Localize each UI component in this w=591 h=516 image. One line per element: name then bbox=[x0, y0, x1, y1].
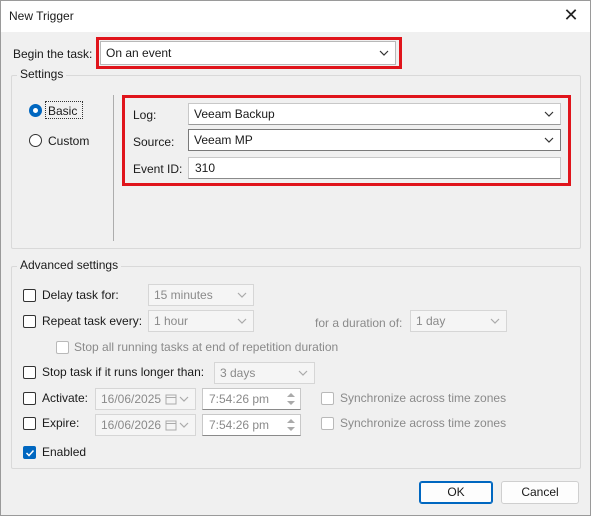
stop-long-value: 3 days bbox=[220, 366, 256, 380]
new-trigger-dialog: New Trigger ✕ Begin the task: On an even… bbox=[0, 0, 591, 516]
activate-time-value: 7:54:26 pm bbox=[209, 392, 270, 406]
custom-radio[interactable] bbox=[29, 134, 42, 147]
spin-arrows-icon[interactable] bbox=[284, 390, 298, 408]
chevron-down-icon bbox=[237, 292, 247, 298]
settings-divider bbox=[113, 95, 114, 241]
enabled-checkbox[interactable] bbox=[23, 446, 36, 459]
stop-all-label: Stop all running tasks at end of repetit… bbox=[74, 340, 339, 354]
duration-value: 1 day bbox=[416, 314, 446, 328]
advanced-settings-title: Advanced settings bbox=[17, 258, 122, 272]
highlight-begin-task bbox=[96, 37, 402, 69]
chevron-down-icon bbox=[298, 370, 308, 376]
enabled-label: Enabled bbox=[42, 445, 87, 459]
cancel-button[interactable]: Cancel bbox=[501, 481, 579, 504]
expire-time-input[interactable]: 7:54:26 pm bbox=[202, 414, 301, 436]
expire-label: Expire: bbox=[42, 416, 80, 430]
settings-group-title: Settings bbox=[17, 67, 67, 81]
chevron-down-icon bbox=[237, 318, 247, 324]
activate-time-input[interactable]: 7:54:26 pm bbox=[202, 388, 301, 410]
calendar-icon bbox=[165, 394, 177, 405]
calendar-icon bbox=[165, 420, 177, 431]
repeat-task-checkbox[interactable] bbox=[23, 315, 36, 328]
highlight-event-settings bbox=[122, 95, 571, 186]
delay-task-label: Delay task for: bbox=[42, 288, 119, 302]
activate-date-picker[interactable]: 16/06/2025 bbox=[95, 388, 196, 410]
expire-checkbox[interactable] bbox=[23, 417, 36, 430]
close-icon[interactable]: ✕ bbox=[558, 5, 584, 27]
ok-button[interactable]: OK bbox=[419, 481, 493, 504]
stop-long-checkbox[interactable] bbox=[23, 366, 36, 379]
expire-time-value: 7:54:26 pm bbox=[209, 418, 270, 432]
spin-arrows-icon[interactable] bbox=[284, 416, 298, 434]
expire-sync-label: Synchronize across time zones bbox=[340, 416, 507, 430]
chevron-down-icon bbox=[179, 422, 189, 428]
begin-task-label: Begin the task: bbox=[13, 47, 93, 61]
repeat-task-dropdown[interactable]: 1 hour bbox=[148, 310, 254, 332]
custom-radio-label: Custom bbox=[48, 134, 90, 148]
stop-long-dropdown[interactable]: 3 days bbox=[214, 362, 315, 384]
focus-ring bbox=[45, 101, 83, 119]
expire-date-picker[interactable]: 16/06/2026 bbox=[95, 414, 196, 436]
chevron-down-icon bbox=[179, 396, 189, 402]
delay-task-value: 15 minutes bbox=[154, 288, 213, 302]
repeat-task-value: 1 hour bbox=[154, 314, 189, 328]
stop-long-label: Stop task if it runs longer than: bbox=[42, 365, 205, 379]
duration-label: for a duration of: bbox=[315, 316, 403, 330]
activate-checkbox[interactable] bbox=[23, 392, 36, 405]
basic-radio[interactable] bbox=[29, 104, 42, 117]
activate-sync-label: Synchronize across time zones bbox=[340, 391, 507, 405]
duration-dropdown[interactable]: 1 day bbox=[410, 310, 507, 332]
activate-sync-checkbox[interactable] bbox=[321, 392, 334, 405]
activate-date-value: 16/06/2025 bbox=[101, 392, 162, 406]
stop-all-checkbox[interactable] bbox=[56, 341, 69, 354]
chevron-down-icon bbox=[490, 318, 500, 324]
repeat-task-label: Repeat task every: bbox=[42, 314, 143, 328]
delay-task-checkbox[interactable] bbox=[23, 289, 36, 302]
activate-label: Activate: bbox=[42, 391, 89, 405]
expire-sync-checkbox[interactable] bbox=[321, 417, 334, 430]
title-bar: New Trigger ✕ bbox=[1, 1, 590, 32]
delay-task-dropdown[interactable]: 15 minutes bbox=[148, 284, 254, 306]
window-title: New Trigger bbox=[9, 9, 74, 23]
expire-date-value: 16/06/2026 bbox=[101, 418, 162, 432]
check-icon bbox=[25, 449, 35, 457]
